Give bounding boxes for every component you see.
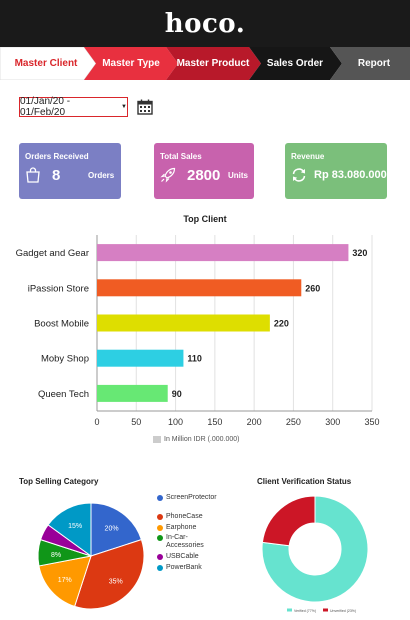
bar-chart-legend-label: In Million IDR (.000.000) bbox=[164, 436, 240, 443]
date-range-value: 01/Jan/20 - 01/Feb/20 bbox=[20, 96, 71, 118]
caret-down-icon: ▼ bbox=[121, 104, 127, 110]
donut-legend-label: Unverified (23%) bbox=[330, 609, 356, 613]
data-label: 110 bbox=[187, 354, 202, 364]
pie-legend-label: In-Car-Accessories bbox=[166, 534, 204, 549]
workflow-steps: Master Client Master Type Master Product… bbox=[0, 47, 410, 80]
legend-swatch bbox=[153, 436, 161, 443]
legend-dot bbox=[157, 495, 163, 501]
card-unit: Units bbox=[228, 171, 248, 180]
top-client-title: Top Client bbox=[183, 214, 227, 224]
donut-slice bbox=[261, 495, 316, 547]
pie-legend-label: PowerBank bbox=[166, 563, 202, 571]
data-label: 220 bbox=[274, 319, 289, 329]
card-title: Total Sales bbox=[160, 152, 202, 161]
x-tick-label: 100 bbox=[168, 417, 183, 427]
client-verification-donut: Verified (77%) Unverified (23%) bbox=[261, 495, 369, 613]
bar bbox=[97, 349, 184, 367]
revenue-card: Revenue Rp 83.080.000 bbox=[285, 143, 387, 199]
x-tick-label: 350 bbox=[364, 417, 379, 427]
rocket-icon bbox=[160, 167, 176, 183]
app-header: hoco. bbox=[0, 0, 410, 47]
total-sales-card: Total Sales 2800 Units bbox=[154, 143, 254, 199]
card-value: 8 bbox=[52, 167, 61, 184]
card-value: Rp 83.080.000 bbox=[314, 169, 387, 181]
x-tick-label: 200 bbox=[247, 417, 262, 427]
donut-legend-swatch bbox=[323, 608, 328, 612]
data-label: 90 bbox=[172, 389, 182, 399]
step-master-product[interactable]: Master Product bbox=[173, 47, 253, 80]
step-master-type[interactable]: Master Type bbox=[92, 47, 170, 80]
refresh-icon bbox=[292, 168, 306, 182]
category-label: Boost Mobile bbox=[34, 319, 89, 330]
top-client-bar-chart: 0 50 100 150 200 250 300 350 Gadget and Gear 320 i… bbox=[16, 235, 380, 427]
pie-legend-label: USBCable bbox=[166, 553, 199, 560]
category-label: Gadget and Gear bbox=[16, 248, 89, 259]
x-tick-label: 50 bbox=[131, 417, 141, 427]
pie-legend-item: In-Car-Accessories bbox=[157, 534, 224, 549]
bar bbox=[97, 244, 349, 262]
bar bbox=[97, 384, 168, 402]
card-title: Orders Received bbox=[25, 152, 89, 161]
card-title: Revenue bbox=[291, 152, 325, 161]
x-tick-label: 300 bbox=[325, 417, 340, 427]
card-unit: Orders bbox=[88, 171, 115, 180]
orders-received-card: Orders Received 8 Orders bbox=[19, 143, 121, 199]
client-verification-title: Client Verification Status bbox=[257, 477, 352, 486]
step-report[interactable]: Report bbox=[338, 47, 410, 80]
donut-legend-swatch bbox=[287, 608, 292, 612]
pie-legend-label: Earphone bbox=[166, 523, 197, 531]
top-selling-category-pie: 20% 35% 17% 8% 15% bbox=[37, 502, 145, 610]
data-label: 320 bbox=[352, 248, 367, 258]
slice-label: 35% bbox=[109, 579, 123, 586]
card-value: 2800 bbox=[187, 167, 221, 184]
legend-dot bbox=[157, 524, 163, 531]
shopping-bag-icon bbox=[26, 167, 40, 183]
donut-legend-label: Verified (77%) bbox=[294, 609, 316, 613]
legend-dot bbox=[157, 535, 163, 541]
pie-legend-item: PowerBank bbox=[157, 564, 202, 576]
calendar-icon[interactable] bbox=[137, 99, 153, 115]
pie-legend-item: ScreenProtector bbox=[157, 494, 217, 506]
slice-label: 17% bbox=[58, 577, 72, 584]
hoco-logo: hoco. bbox=[164, 8, 246, 39]
step-master-client[interactable]: Master Client bbox=[6, 47, 86, 80]
data-label: 260 bbox=[305, 283, 320, 293]
top-selling-category-title: Top Selling Category bbox=[19, 477, 99, 486]
x-tick-label: 150 bbox=[207, 417, 222, 427]
x-tick-label: 0 bbox=[94, 417, 99, 427]
x-tick-label: 250 bbox=[286, 417, 301, 427]
category-label: Moby Shop bbox=[41, 354, 89, 365]
legend-dot bbox=[157, 514, 163, 520]
pie-legend-label: PhoneCase bbox=[166, 513, 203, 520]
step-sales-order[interactable]: Sales Order bbox=[256, 47, 334, 80]
legend-dot bbox=[157, 554, 163, 560]
category-label: iPassion Store bbox=[28, 283, 89, 294]
slice-label: 8% bbox=[51, 552, 61, 559]
pie-legend-label: ScreenProtector bbox=[166, 494, 217, 501]
bar-chart-legend: In Million IDR (.000.000) bbox=[153, 436, 239, 443]
bar bbox=[97, 314, 270, 332]
legend-dot bbox=[157, 564, 163, 571]
date-range-picker[interactable]: 01/Jan/20 - 01/Feb/20 ▼ bbox=[19, 96, 128, 118]
slice-label: 15% bbox=[68, 523, 82, 530]
bar bbox=[97, 279, 302, 297]
slice-label: 20% bbox=[105, 526, 119, 533]
category-label: Queen Tech bbox=[38, 389, 89, 400]
